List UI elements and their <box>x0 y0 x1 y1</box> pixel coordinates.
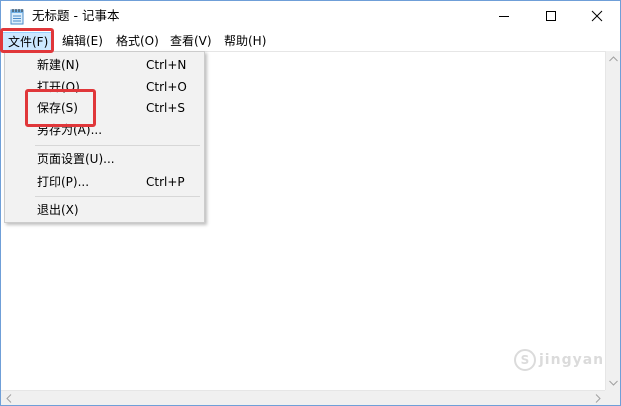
maximize-icon <box>546 11 556 21</box>
horizontal-scrollbar[interactable] <box>1 390 605 405</box>
minimize-button[interactable] <box>481 1 527 31</box>
menu-bar: 文件(F) 编辑(E) 格式(O) 查看(V) 帮助(H) <box>1 31 620 51</box>
maximize-button[interactable] <box>528 1 574 31</box>
chevron-left-icon <box>5 394 11 403</box>
scroll-left-button[interactable] <box>1 391 16 406</box>
save-item-highlight <box>25 89 96 127</box>
close-icon <box>591 10 603 22</box>
menu-view[interactable]: 查看(V) <box>165 32 217 51</box>
watermark-icon: S <box>514 349 536 371</box>
menu-item-page-setup[interactable]: 页面设置(U)... <box>7 148 202 170</box>
file-menu-highlight <box>0 28 54 53</box>
menu-help[interactable]: 帮助(H) <box>219 32 271 51</box>
minimize-icon <box>499 16 509 17</box>
menu-item-shortcut: Ctrl+S <box>146 101 186 115</box>
close-button[interactable] <box>574 1 620 31</box>
menu-item-label: 退出(X) <box>37 203 79 217</box>
menu-item-label: 新建(N) <box>37 58 80 72</box>
window-title: 无标题 - 记事本 <box>32 8 120 23</box>
watermark-logo: S jingyan <box>514 348 604 372</box>
menu-separator <box>35 145 200 146</box>
scroll-up-button[interactable] <box>606 51 621 66</box>
menu-item-shortcut: Ctrl+P <box>146 175 185 189</box>
watermark-text: jingyan <box>539 352 605 368</box>
menu-item-label: 页面设置(U)... <box>37 152 115 166</box>
file-menu-dropdown: 新建(N) Ctrl+N 打开(O)... Ctrl+O 保存(S) Ctrl+… <box>4 51 205 223</box>
menu-item-exit[interactable]: 退出(X) <box>7 199 202 221</box>
chevron-down-icon <box>609 380 618 386</box>
menu-item-label: 打印(P)... <box>37 175 90 189</box>
menu-format[interactable]: 格式(O) <box>111 32 164 51</box>
scroll-right-button[interactable] <box>590 391 605 406</box>
notepad-app-icon <box>10 8 25 25</box>
chevron-up-icon <box>609 55 618 61</box>
menu-item-print[interactable]: 打印(P)... Ctrl+P <box>7 171 202 193</box>
menu-separator <box>35 196 200 197</box>
menu-edit[interactable]: 编辑(E) <box>57 32 108 51</box>
scroll-down-button[interactable] <box>606 375 621 390</box>
vertical-scrollbar[interactable] <box>605 51 620 390</box>
chevron-right-icon <box>595 394 601 403</box>
menu-item-shortcut: Ctrl+N <box>146 58 187 72</box>
menu-item-shortcut: Ctrl+O <box>146 80 187 94</box>
title-bar: 无标题 - 记事本 <box>1 1 620 31</box>
menu-item-new[interactable]: 新建(N) Ctrl+N <box>7 54 202 76</box>
scrollbar-corner <box>605 390 620 405</box>
